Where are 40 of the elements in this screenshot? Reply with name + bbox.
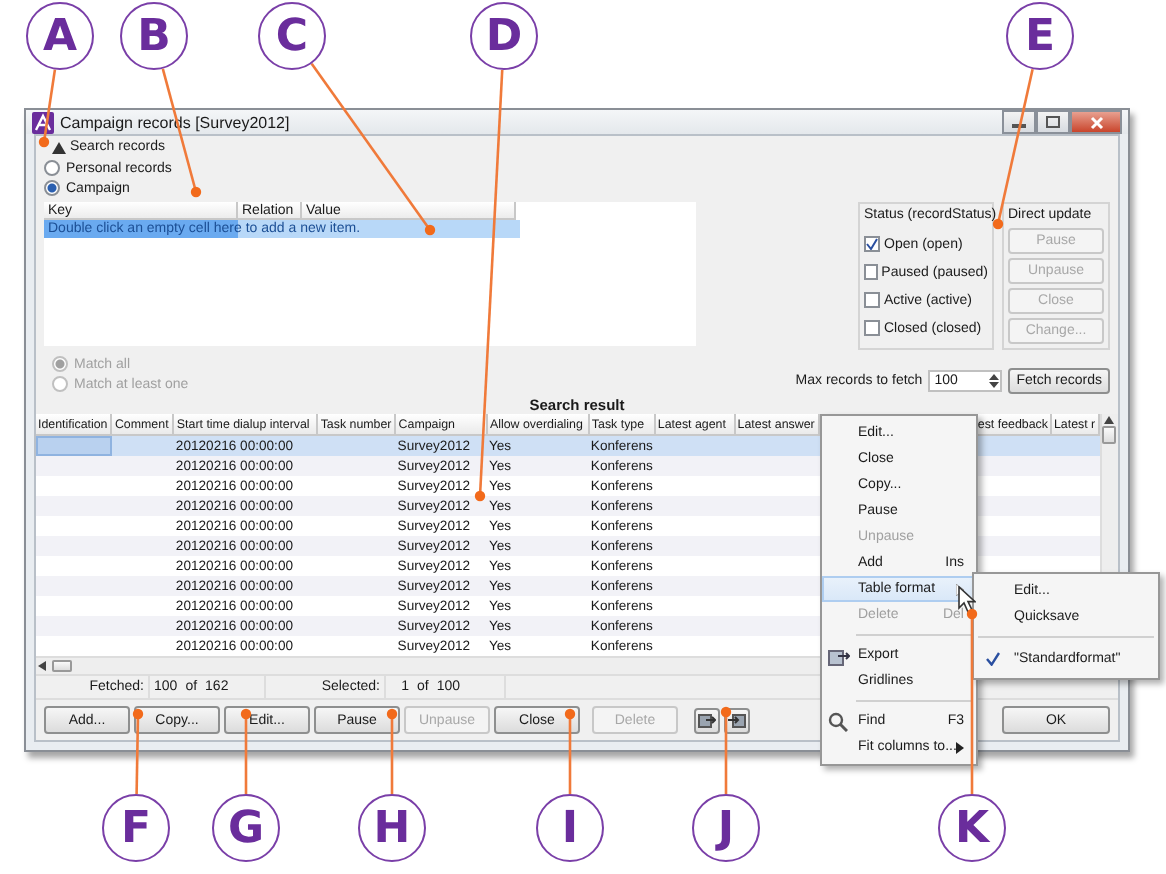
collapse-icon[interactable] — [52, 141, 66, 153]
table-cell — [1050, 435, 1100, 456]
callout-marker: A — [26, 2, 94, 70]
scroll-up-icon[interactable] — [1102, 414, 1117, 426]
checkbox[interactable] — [864, 264, 878, 280]
spinner-arrows-icon[interactable] — [988, 372, 1001, 390]
callout-marker: F — [102, 794, 170, 862]
leader-line — [132, 708, 144, 795]
checkbox[interactable] — [864, 236, 880, 252]
leader-line — [720, 706, 732, 794]
callout-marker: B — [120, 2, 188, 70]
leader-line — [38, 69, 57, 148]
search-icon — [828, 711, 848, 731]
maximize-icon — [1046, 116, 1060, 128]
leader-line — [386, 708, 398, 794]
close-button[interactable] — [1070, 110, 1122, 134]
scroll-thumb[interactable] — [52, 660, 72, 672]
callout-marker: H — [358, 794, 426, 862]
export-icon — [828, 645, 850, 665]
callout-marker: D — [470, 2, 538, 70]
close-icon — [1089, 115, 1103, 129]
callout-marker: J — [692, 794, 760, 862]
callout-marker: E — [1006, 2, 1074, 70]
focused-cell[interactable] — [36, 435, 112, 456]
minimize-button[interactable] — [1002, 110, 1036, 134]
leader-line — [240, 708, 252, 794]
checkbox[interactable] — [864, 292, 880, 308]
scroll-thumb[interactable] — [1102, 426, 1117, 444]
callout-marker: K — [938, 794, 1006, 862]
maximize-button[interactable] — [1036, 110, 1070, 134]
submenu-arrow-icon — [956, 741, 964, 753]
leader-line — [564, 708, 576, 794]
export-button[interactable] — [694, 707, 720, 733]
callout-marker: I — [536, 794, 604, 862]
radio-button[interactable] — [44, 160, 60, 176]
callout-marker: C — [258, 2, 326, 70]
callout-marker: G — [212, 794, 280, 862]
checkbox[interactable] — [864, 320, 880, 336]
checkmark-icon — [986, 652, 1000, 666]
radio-button[interactable] — [44, 180, 60, 196]
